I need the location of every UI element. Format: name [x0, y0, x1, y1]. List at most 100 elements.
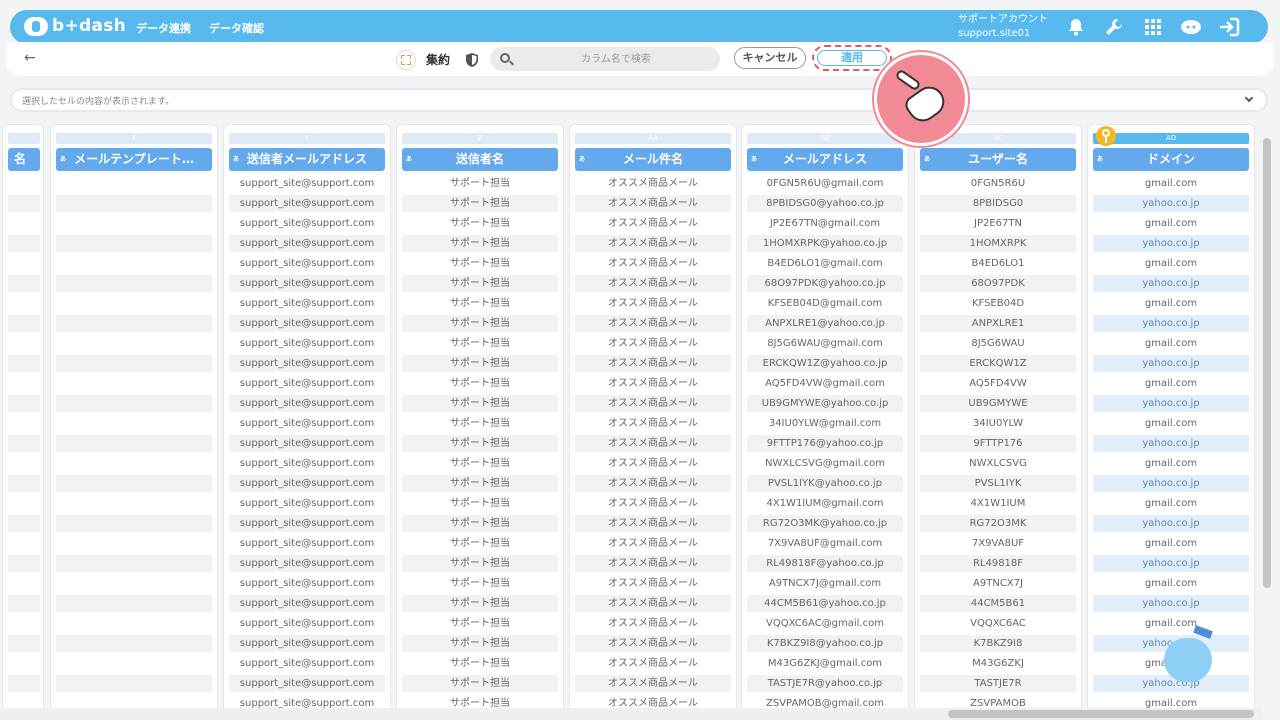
column-AD[interactable]: AD あ ドメイン gmail.com yahoo.co.jp gmail.com ya…	[1087, 124, 1255, 708]
table-cell[interactable]: support_site@support.com	[229, 555, 385, 572]
table-cell-empty[interactable]	[8, 375, 40, 392]
table-cell-empty[interactable]	[8, 495, 40, 512]
table-cell[interactable]: サポート担当	[402, 435, 558, 452]
table-cell[interactable]: support_site@support.com	[229, 195, 385, 212]
nav-link-data-integration[interactable]: データ連携	[136, 20, 191, 36]
column-AA[interactable]: AA あ メール件名 オススメ商品メール オススメ商品メール オススメ商品メール オスス…	[569, 124, 737, 708]
table-cell[interactable]: support_site@support.com	[229, 435, 385, 452]
table-cell[interactable]: RG72O3MK	[920, 515, 1076, 532]
table-cell[interactable]: 8PBIDSG0@yahoo.co.jp	[747, 195, 903, 212]
table-cell[interactable]: gmail.com	[1093, 295, 1249, 312]
table-cell-empty[interactable]	[56, 415, 212, 432]
table-cell-empty[interactable]	[8, 335, 40, 352]
table-cell[interactable]: 0FGN5R6U	[920, 175, 1076, 192]
apply-button[interactable]: 適用	[817, 50, 887, 66]
table-cell[interactable]: 7X9VA8UF	[920, 535, 1076, 552]
table-cell[interactable]: 34IU0YLW	[920, 415, 1076, 432]
account-info[interactable]: サポートアカウント support.site01	[958, 13, 1048, 41]
table-cell-empty[interactable]	[56, 375, 212, 392]
table-cell[interactable]: yahoo.co.jp	[1093, 475, 1249, 492]
table-cell[interactable]: オススメ商品メール	[575, 535, 731, 552]
table-cell[interactable]: TASTJE7R@yahoo.co.jp	[747, 675, 903, 692]
table-cell[interactable]: サポート担当	[402, 595, 558, 612]
table-cell-empty[interactable]	[56, 635, 212, 652]
table-cell[interactable]: サポート担当	[402, 195, 558, 212]
table-cell-empty[interactable]	[56, 175, 212, 192]
table-cell[interactable]: オススメ商品メール	[575, 335, 731, 352]
table-cell[interactable]: gmail.com	[1093, 215, 1249, 232]
table-cell[interactable]: gmail.com	[1093, 375, 1249, 392]
table-cell[interactable]: TASTJE7R	[920, 675, 1076, 692]
table-cell-empty[interactable]	[56, 515, 212, 532]
table-cell-empty[interactable]	[56, 395, 212, 412]
table-cell[interactable]: gmail.com	[1093, 575, 1249, 592]
table-cell[interactable]: PVSL1IYK	[920, 475, 1076, 492]
logout-icon[interactable]	[1218, 16, 1240, 38]
table-cell[interactable]: サポート担当	[402, 335, 558, 352]
table-cell-empty[interactable]	[56, 555, 212, 572]
table-cell[interactable]: UB9GMYWE	[920, 395, 1076, 412]
table-cell[interactable]: JP2E67TN	[920, 215, 1076, 232]
table-cell[interactable]: 68O97PDK@yahoo.co.jp	[747, 275, 903, 292]
column-AC[interactable]: AC あユーザー名 0FGN5R6U 8PBIDSG0 JP2E67TN 1HOMXR…	[914, 124, 1082, 708]
table-cell-empty[interactable]	[56, 455, 212, 472]
table-cell[interactable]: K7BKZ9I8	[920, 635, 1076, 652]
table-cell[interactable]: 44CM5B61@yahoo.co.jp	[747, 595, 903, 612]
table-cell-empty[interactable]	[8, 255, 40, 272]
table-cell[interactable]: gmail.com	[1093, 175, 1249, 192]
table-cell[interactable]: オススメ商品メール	[575, 575, 731, 592]
table-cell-empty[interactable]	[56, 255, 212, 272]
cell-content-bar[interactable]: 選択したセルの内容が表示されます。	[10, 88, 1268, 112]
table-cell[interactable]: オススメ商品メール	[575, 375, 731, 392]
column-Z[interactable]: Z あ送信者名 サポート担当 サポート担当 サポート担当 サポート担当 サポート担当 サポ…	[396, 124, 564, 708]
table-cell-empty[interactable]	[8, 395, 40, 412]
table-cell-empty[interactable]	[8, 695, 40, 708]
column-AB[interactable]: AB あ メールアドレス 0FGN5R6U@gmail.com 8PBIDSG0@y…	[741, 124, 909, 708]
table-cell[interactable]: RL49818F@yahoo.co.jp	[747, 555, 903, 572]
column-header[interactable]: あ メールアドレス	[747, 148, 903, 171]
table-cell-empty[interactable]	[8, 175, 40, 192]
table-cell-empty[interactable]	[8, 515, 40, 532]
table-cell[interactable]: gmail.com	[1093, 455, 1249, 472]
table-cell[interactable]: オススメ商品メール	[575, 475, 731, 492]
table-cell[interactable]: support_site@support.com	[229, 315, 385, 332]
vertical-scrollbar[interactable]	[1262, 128, 1272, 704]
table-cell[interactable]: サポート担当	[402, 655, 558, 672]
table-cell[interactable]: 8PBIDSG0	[920, 195, 1076, 212]
table-cell-empty[interactable]	[56, 595, 212, 612]
table-cell[interactable]: オススメ商品メール	[575, 275, 731, 292]
table-cell[interactable]: 4X1W1IUM	[920, 495, 1076, 512]
table-cell[interactable]: RL49818F	[920, 555, 1076, 572]
table-cell[interactable]: サポート担当	[402, 355, 558, 372]
collapse-icon[interactable]	[396, 50, 416, 70]
column-search-input[interactable]	[516, 49, 716, 69]
table-cell[interactable]: サポート担当	[402, 515, 558, 532]
table-cell[interactable]: PVSL1IYK@yahoo.co.jp	[747, 475, 903, 492]
table-cell[interactable]: オススメ商品メール	[575, 215, 731, 232]
table-cell[interactable]: KFSEB04D@gmail.com	[747, 295, 903, 312]
table-cell[interactable]: M43G6ZKJ@gmail.com	[747, 655, 903, 672]
table-cell-empty[interactable]	[56, 495, 212, 512]
table-cell[interactable]: support_site@support.com	[229, 335, 385, 352]
table-cell[interactable]: support_site@support.com	[229, 275, 385, 292]
table-cell[interactable]: support_site@support.com	[229, 615, 385, 632]
table-cell[interactable]: サポート担当	[402, 175, 558, 192]
table-cell[interactable]: yahoo.co.jp	[1093, 595, 1249, 612]
table-cell[interactable]: B4ED6LO1@gmail.com	[747, 255, 903, 272]
collapse-label[interactable]: 集約	[426, 51, 450, 68]
apps-grid-icon[interactable]	[1142, 16, 1164, 38]
table-cell-empty[interactable]	[56, 215, 212, 232]
table-cell-empty[interactable]	[8, 295, 40, 312]
table-cell-empty[interactable]	[8, 475, 40, 492]
table-cell[interactable]: support_site@support.com	[229, 395, 385, 412]
table-cell[interactable]: 9FTTP176@yahoo.co.jp	[747, 435, 903, 452]
table-cell[interactable]: gmail.com	[1093, 335, 1249, 352]
table-cell[interactable]: yahoo.co.jp	[1093, 435, 1249, 452]
table-cell[interactable]: JP2E67TN@gmail.com	[747, 215, 903, 232]
table-cell[interactable]: サポート担当	[402, 495, 558, 512]
table-cell-empty[interactable]	[56, 295, 212, 312]
table-cell-empty[interactable]	[56, 315, 212, 332]
column-Y[interactable]: Y あ送信者メールアドレス support_site@support.com su…	[223, 124, 391, 708]
table-cell-empty[interactable]	[56, 335, 212, 352]
key-icon[interactable]	[1096, 126, 1116, 146]
